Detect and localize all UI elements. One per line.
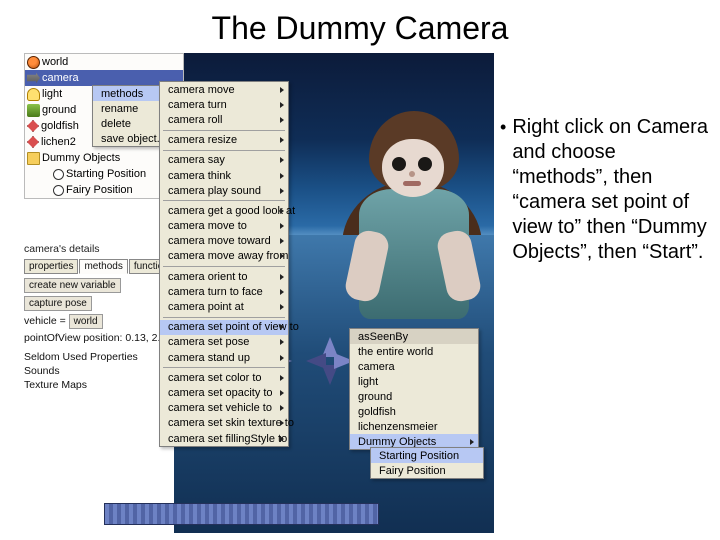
method-camera-point-at[interactable]: camera point at — [160, 299, 288, 314]
method-camera-set-color-to[interactable]: camera set color to — [160, 370, 288, 385]
menu-separator — [163, 150, 285, 151]
method-camera-move-to[interactable]: camera move to — [160, 219, 288, 234]
method-camera-turn[interactable]: camera turn — [160, 97, 288, 112]
create-variable-button[interactable]: create new variable — [24, 278, 121, 293]
vehicle-label: vehicle = — [24, 315, 66, 327]
target-submenu[interactable]: asSeenBythe entire worldcameralightgroun… — [349, 328, 479, 450]
capture-pose-button[interactable]: capture pose — [24, 296, 92, 311]
light-icon — [27, 88, 40, 101]
bullet-dot-icon: • — [500, 115, 506, 265]
fold-icon — [27, 152, 40, 165]
method-camera-set-point-of-view-to[interactable]: camera set point of view to — [160, 320, 288, 335]
method-camera-roll[interactable]: camera roll — [160, 112, 288, 127]
menu-separator — [163, 317, 285, 318]
method-camera-set-fillingStyle-to[interactable]: camera set fillingStyle to — [160, 431, 288, 446]
method-camera-stand-up[interactable]: camera stand up — [160, 350, 288, 365]
bullet-text: • Right click on Camera and choose “meth… — [500, 115, 710, 265]
pt-icon — [53, 169, 64, 180]
target-light[interactable]: light — [350, 374, 478, 389]
menu-separator — [163, 130, 285, 131]
mdl-icon — [27, 136, 39, 148]
timeline-strip[interactable] — [104, 503, 379, 525]
tree-item-label: camera — [42, 72, 79, 84]
submenu-header: asSeenBy — [350, 329, 478, 344]
method-camera-resize[interactable]: camera resize — [160, 133, 288, 148]
method-camera-get-a-good-look-at[interactable]: camera get a good look at — [160, 203, 288, 218]
method-camera-move-toward[interactable]: camera move toward — [160, 234, 288, 249]
target-the-entire-world[interactable]: the entire world — [350, 344, 478, 359]
character-figure — [334, 111, 484, 341]
method-camera-turn-to-face[interactable]: camera turn to face — [160, 284, 288, 299]
grnd-icon — [27, 104, 40, 117]
tree-item-label: goldfish — [41, 120, 79, 132]
vehicle-value[interactable]: world — [69, 314, 103, 329]
method-camera-say[interactable]: camera say — [160, 153, 288, 168]
tree-item-label: lichen2 — [41, 136, 76, 148]
tree-item-label: Starting Position — [66, 168, 146, 180]
bullet-content: Right click on Camera and choose “method… — [512, 115, 710, 265]
target-camera[interactable]: camera — [350, 359, 478, 374]
mdl-icon — [27, 120, 39, 132]
menu-separator — [163, 266, 285, 267]
tree-item-label: ground — [42, 104, 76, 116]
tree-item-label: light — [42, 88, 62, 100]
target-goldfish[interactable]: goldfish — [350, 404, 478, 419]
tab-properties[interactable]: properties — [24, 259, 78, 274]
tree-item-label: Dummy Objects — [42, 152, 120, 164]
methods-menu[interactable]: camera movecamera turncamera roll camera … — [159, 81, 289, 447]
method-camera-move[interactable]: camera move — [160, 82, 288, 97]
target-lichenzensmeier[interactable]: lichenzensmeier — [350, 419, 478, 434]
final-Starting-Position[interactable]: Starting Position — [371, 448, 483, 463]
final-Fairy-Position[interactable]: Fairy Position — [371, 463, 483, 478]
menu-separator — [163, 367, 285, 368]
tree-item-label: world — [42, 56, 68, 68]
method-camera-set-pose[interactable]: camera set pose — [160, 335, 288, 350]
menu-separator — [163, 200, 285, 201]
cam-icon — [27, 72, 40, 85]
method-camera-set-opacity-to[interactable]: camera set opacity to — [160, 385, 288, 400]
tree-item-world[interactable]: world — [25, 54, 183, 70]
method-camera-orient-to[interactable]: camera orient to — [160, 269, 288, 284]
tree-item-label: Fairy Position — [66, 184, 133, 196]
method-camera-set-vehicle-to[interactable]: camera set vehicle to — [160, 401, 288, 416]
pt-icon — [53, 185, 64, 196]
target-ground[interactable]: ground — [350, 389, 478, 404]
method-camera-think[interactable]: camera think — [160, 168, 288, 183]
method-camera-play-sound[interactable]: camera play sound — [160, 183, 288, 198]
slide-title: The Dummy Camera — [0, 0, 720, 53]
compass-widget[interactable] — [308, 339, 352, 383]
tab-methods[interactable]: methods — [79, 259, 127, 274]
method-camera-set-skin-texture-to[interactable]: camera set skin texture to — [160, 416, 288, 431]
stage: worldcameralightgroundgoldfishlichen2Dum… — [24, 53, 696, 533]
method-camera-move-away-from[interactable]: camera move away from — [160, 249, 288, 264]
dummy-objects-submenu[interactable]: Starting PositionFairy Position — [370, 447, 484, 479]
world-icon — [27, 56, 40, 69]
